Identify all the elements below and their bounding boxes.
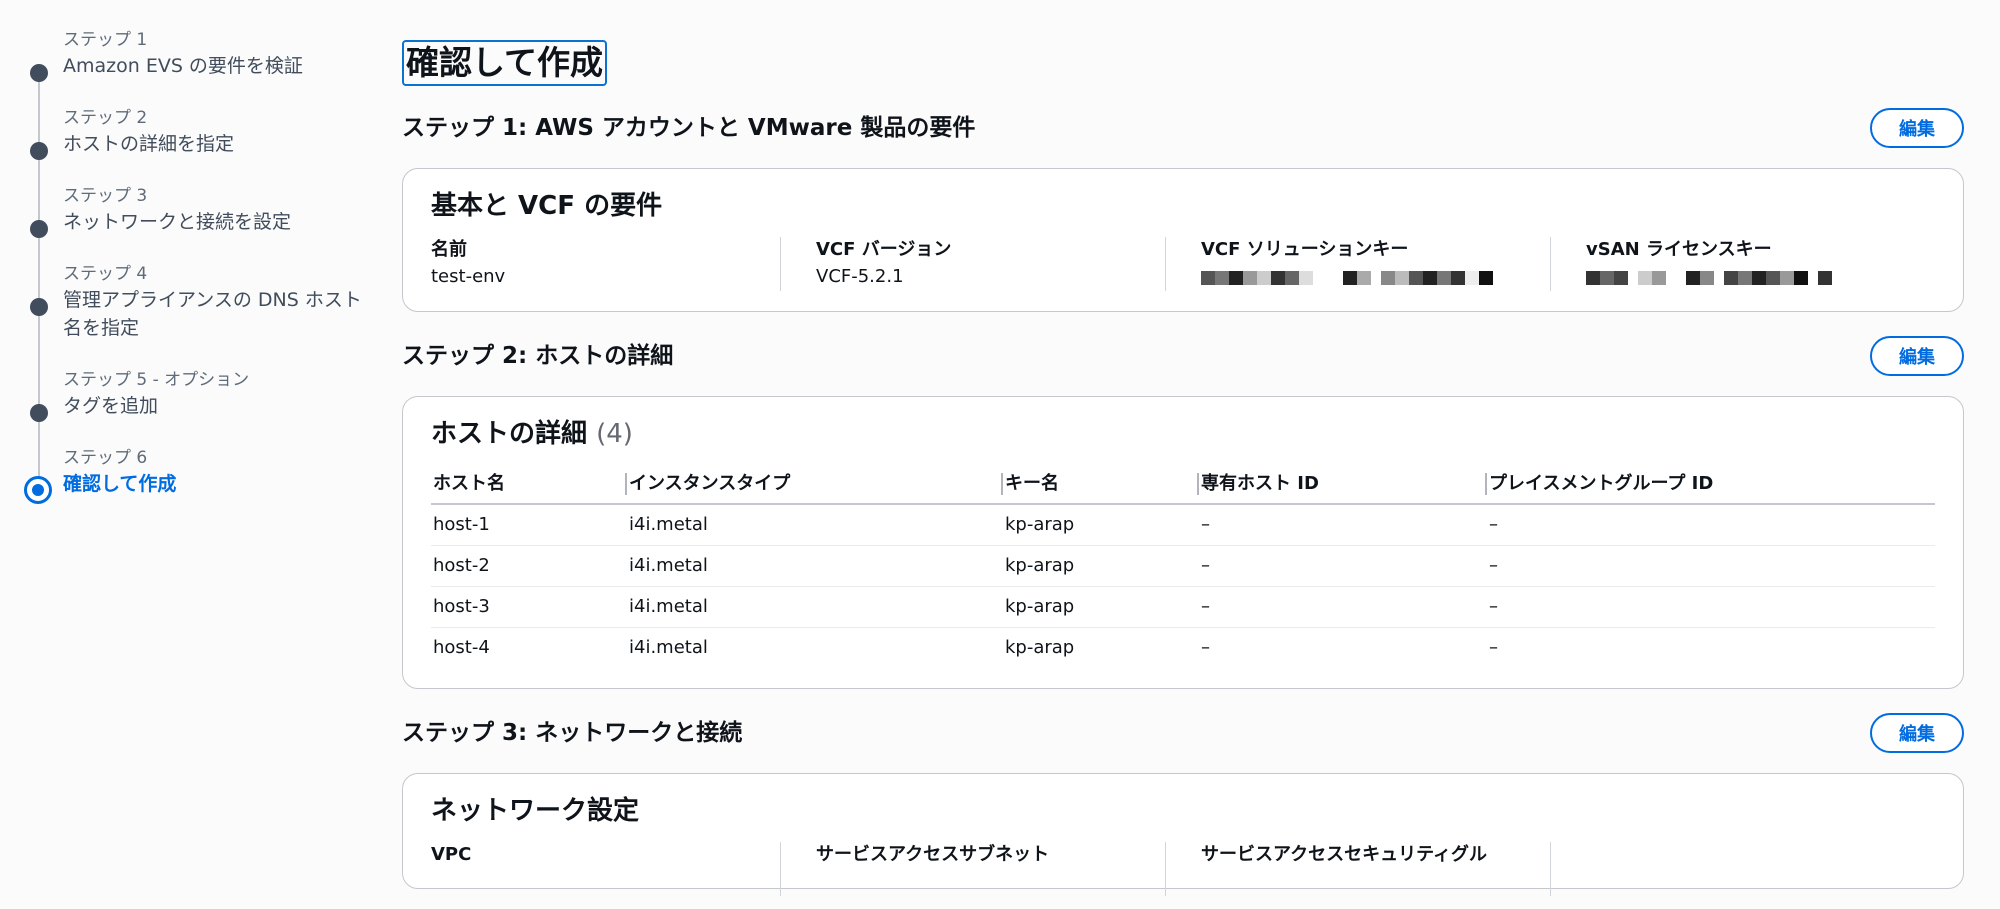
field-value: VCF-5.2.1 [816, 266, 904, 287]
step2-header: ステップ 2: ホストの詳細 編集 [402, 332, 1982, 386]
table-cell: host-4 [433, 637, 490, 658]
redacted-value [1586, 271, 1905, 285]
table-cell: – [1199, 504, 1487, 546]
host-details-card: ホストの詳細 (4) ホスト名 インスタンスタイプ キー名 専有ホスト ID プ… [402, 396, 1964, 689]
step-status-dot-icon [30, 220, 48, 238]
column-header[interactable]: キー名 [1003, 465, 1199, 505]
step-status-dot-icon [30, 404, 48, 422]
table-cell: – [1487, 586, 1935, 628]
field-key: 名前 [431, 239, 467, 260]
wizard-step-6: ステップ 6 確認して作成 [24, 446, 374, 504]
current-step-dot-icon [24, 476, 52, 504]
table-cell: host-2 [431, 545, 627, 587]
table-cell: i4i.metal [627, 586, 1003, 628]
key-value-row: 名前 test-env VCF バージョン VCF-5.2.1 VCF ソリュー… [431, 237, 1935, 291]
step-status-dot-icon [30, 142, 48, 160]
wizard-step-kicker: ステップ 5 - オプション [63, 370, 250, 390]
step2-edit-button[interactable]: 編集 [1870, 336, 1964, 376]
step2-section: ステップ 2: ホストの詳細 編集 ホストの詳細 (4) ホスト名 インスタンス… [402, 332, 1982, 689]
network-settings-card: ネットワーク設定 VPC サービスアクセスサブネット サービスアクセスセキュリテ… [402, 773, 1964, 896]
table-cell: host-3 [431, 586, 627, 628]
table-row: host-2 i4i.metal kp-arap – – [431, 545, 1935, 587]
wizard-step-2[interactable]: ステップ 2 ホストの詳細を指定 [24, 106, 374, 160]
wizard-step-label: 確認して作成 [63, 473, 177, 495]
table-cell: – [1199, 545, 1487, 587]
step1-edit-button[interactable]: 編集 [1870, 108, 1964, 148]
table-cell: host-1 [431, 504, 627, 546]
host-table: ホスト名 インスタンスタイプ キー名 専有ホスト ID プレイスメントグループ … [431, 465, 1935, 668]
wizard-step-label[interactable]: タグを追加 [63, 392, 374, 420]
field-key: VPC [431, 844, 472, 865]
field-key: VCF ソリューションキー [1201, 239, 1409, 260]
field-key: VCF バージョン [816, 239, 952, 260]
wizard-step-4[interactable]: ステップ 4 管理アプライアンスの DNS ホスト名を指定 [24, 262, 374, 342]
key-value-row: VPC サービスアクセスサブネット サービスアクセスセキュリティグル [431, 842, 1935, 896]
field-service-access-subnet: サービスアクセスサブネット [780, 842, 1165, 896]
host-count: (4) [596, 419, 633, 449]
table-cell: – [1201, 637, 1210, 658]
wizard-step-kicker: ステップ 4 [63, 264, 148, 284]
step1-header: ステップ 1: AWS アカウントと VMware 製品の要件 編集 [402, 104, 1982, 158]
column-header[interactable]: ホスト名 [431, 465, 627, 505]
wizard-step-kicker: ステップ 6 [63, 448, 148, 468]
wizard-step-3[interactable]: ステップ 3 ネットワークと接続を設定 [24, 184, 374, 238]
wizard-step-5[interactable]: ステップ 5 - オプション タグを追加 [24, 368, 374, 422]
field-value: test-env [431, 266, 506, 287]
step3-heading: ステップ 3: ネットワークと接続 [402, 720, 743, 746]
table-cell: i4i.metal [629, 637, 708, 658]
step3-header: ステップ 3: ネットワークと接続 編集 [402, 709, 1982, 763]
step2-heading: ステップ 2: ホストの詳細 [402, 343, 674, 369]
step-status-dot-icon [30, 64, 48, 82]
step3-section: ステップ 3: ネットワークと接続 編集 ネットワーク設定 VPC サービスアク… [402, 709, 1982, 896]
wizard-step-1[interactable]: ステップ 1 Amazon EVS の要件を検証 [24, 28, 374, 82]
table-row: host-4 i4i.metal kp-arap – – [431, 628, 1935, 669]
table-cell: i4i.metal [627, 545, 1003, 587]
field-vcf-version: VCF バージョン VCF-5.2.1 [780, 237, 1165, 291]
redacted-value [1201, 271, 1520, 285]
field-key: サービスアクセスサブネット [816, 844, 1050, 865]
card-title: 基本と VCF の要件 [431, 191, 663, 221]
card-title: ホストの詳細 (4) [431, 417, 1935, 451]
review-main: 確認して作成 ステップ 1: AWS アカウントと VMware 製品の要件 編… [402, 40, 1982, 909]
vcf-requirements-card: 基本と VCF の要件 名前 test-env VCF バージョン VCF-5.… [402, 168, 1964, 312]
table-row: host-3 i4i.metal kp-arap – – [431, 586, 1935, 628]
step-status-dot-icon [30, 298, 48, 316]
table-cell: i4i.metal [627, 504, 1003, 546]
table-cell: – [1489, 637, 1498, 658]
field-name: 名前 test-env [431, 237, 780, 291]
wizard-step-label[interactable]: ネットワークと接続を設定 [63, 208, 374, 236]
card-title-text: ホストの詳細 [431, 419, 588, 449]
column-header[interactable]: 専有ホスト ID [1199, 465, 1487, 505]
field-empty [1550, 842, 1935, 896]
field-vcf-solution-key: VCF ソリューションキー [1165, 237, 1550, 291]
table-row: host-1 i4i.metal kp-arap – – [431, 504, 1935, 546]
page-title: 確認して作成 [402, 40, 608, 86]
step1-section: ステップ 1: AWS アカウントと VMware 製品の要件 編集 基本と V… [402, 104, 1982, 312]
wizard-navigation: ステップ 1 Amazon EVS の要件を検証 ステップ 2 ホストの詳細を指… [24, 28, 374, 524]
wizard-step-label[interactable]: 管理アプライアンスの DNS ホスト名を指定 [63, 286, 374, 342]
wizard-step-kicker: ステップ 1 [63, 30, 148, 50]
step1-heading: ステップ 1: AWS アカウントと VMware 製品の要件 [402, 115, 976, 141]
field-service-access-security-group: サービスアクセスセキュリティグル [1165, 842, 1550, 896]
table-cell: kp-arap [1003, 545, 1199, 587]
step3-edit-button[interactable]: 編集 [1870, 713, 1964, 753]
field-key: vSAN ライセンスキー [1586, 239, 1772, 260]
column-header[interactable]: プレイスメントグループ ID [1487, 465, 1935, 505]
field-key: サービスアクセスセキュリティグル [1201, 844, 1488, 865]
field-vsan-license-key: vSAN ライセンスキー [1550, 237, 1935, 291]
wizard-step-label[interactable]: ホストの詳細を指定 [63, 130, 374, 158]
field-vpc: VPC [431, 842, 780, 868]
wizard-step-label[interactable]: Amazon EVS の要件を検証 [63, 52, 374, 80]
wizard-step-kicker: ステップ 3 [63, 186, 148, 206]
table-cell: kp-arap [1005, 637, 1075, 658]
table-cell: – [1487, 504, 1935, 546]
table-cell: kp-arap [1003, 586, 1199, 628]
card-title: ネットワーク設定 [431, 796, 640, 826]
table-cell: – [1487, 545, 1935, 587]
table-cell: – [1199, 586, 1487, 628]
wizard-step-kicker: ステップ 2 [63, 108, 148, 128]
column-header[interactable]: インスタンスタイプ [627, 465, 1003, 505]
table-cell: kp-arap [1003, 504, 1199, 546]
